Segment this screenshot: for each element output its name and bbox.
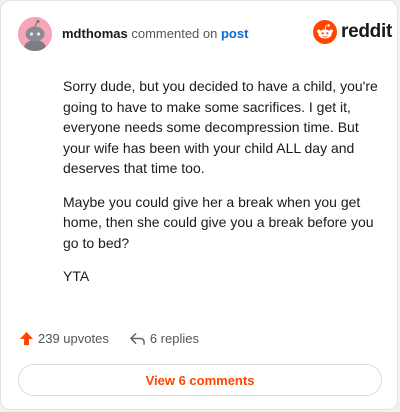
reply-count: 6 replies <box>149 331 199 346</box>
post-link[interactable]: post <box>221 26 248 41</box>
username-link[interactable]: mdthomas <box>62 26 128 41</box>
upvote-arrow-icon <box>19 331 34 346</box>
reply-button[interactable]: 6 replies <box>129 331 199 346</box>
view-comments-button[interactable]: View 6 comments <box>18 364 382 396</box>
reddit-logo[interactable]: reddit <box>313 20 392 44</box>
reddit-wordmark: reddit <box>341 21 392 42</box>
comment-paragraph: Maybe you could give her a break when yo… <box>63 193 374 251</box>
reddit-snoo-icon <box>313 20 337 44</box>
comment-paragraph: Sorry dude, but you decided to have a ch… <box>63 78 378 176</box>
comment-card: mdthomas commented on post reddit Sorry … <box>0 0 398 410</box>
snoo-avatar-icon <box>18 17 52 51</box>
comment-paragraph: YTA <box>63 268 90 284</box>
upvote-button[interactable]: 239 upvotes <box>19 331 109 346</box>
comment-header: mdthomas commented on post <box>62 26 248 41</box>
user-avatar[interactable] <box>18 17 52 51</box>
upvote-count: 239 upvotes <box>38 331 109 346</box>
comment-body: Sorry dude, but you decided to have a ch… <box>63 76 383 300</box>
comment-action-text: commented on <box>131 26 218 41</box>
reply-arrow-icon <box>130 333 145 345</box>
comment-actions: 239 upvotes 6 replies <box>19 331 199 346</box>
